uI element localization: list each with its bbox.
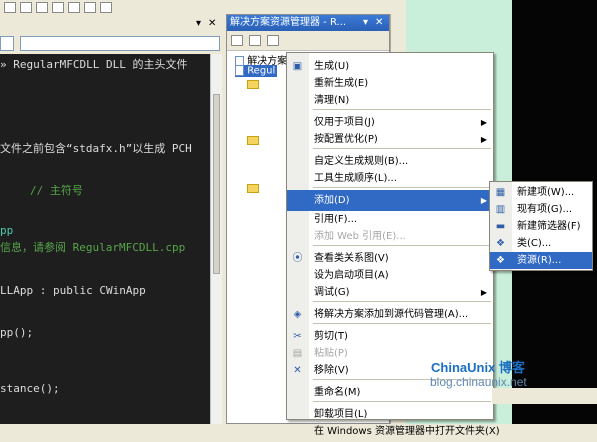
toolbar-button[interactable] bbox=[20, 2, 32, 13]
menu-item-12[interactable]: 调试(G) ▶ bbox=[287, 282, 493, 303]
system-tray bbox=[492, 388, 597, 404]
menu-item-label: 添加 Web 引用(E)... bbox=[314, 231, 406, 242]
solution-explorer-title: 解决方案资源管理器 - R... ▾ ✕ bbox=[227, 15, 389, 31]
code-editor[interactable]: » RegularMFCDLL DLL 的主头文件 文件之前包含“stdafx.… bbox=[0, 54, 210, 424]
show-all-files-button[interactable] bbox=[249, 35, 261, 46]
submenu-item-label: 现有项(G)... bbox=[517, 204, 573, 215]
tree-item-project[interactable]: Regul bbox=[235, 65, 278, 77]
scissors-icon: ✂ bbox=[293, 331, 302, 342]
submenu-arrow-icon: ▶ bbox=[480, 196, 487, 205]
code-comment: // 主符号 bbox=[30, 184, 83, 197]
folder-icon bbox=[247, 183, 259, 193]
refresh-button[interactable] bbox=[267, 35, 279, 46]
add-submenu: ▦ 新建项(W)... ▥ 现有项(G)... ▬ 新建筛选器(F) ❖ 类(C)... ❖ 资源… bbox=[489, 181, 593, 271]
menu-item-2[interactable]: 清理(N) bbox=[287, 90, 493, 111]
existing-item-icon: ▥ bbox=[495, 204, 506, 215]
menu-item-label: 将解决方案添加到源代码管理(A)... bbox=[314, 309, 469, 320]
panel-pin-icon[interactable]: ▾ bbox=[363, 15, 368, 31]
submenu-item-3[interactable]: ❖ 类(C)... bbox=[490, 235, 592, 252]
toolbar-button[interactable] bbox=[100, 2, 112, 13]
project-icon bbox=[235, 65, 244, 76]
menu-separator bbox=[313, 323, 491, 324]
properties-button[interactable] bbox=[231, 35, 243, 46]
scope-dropdown[interactable] bbox=[0, 36, 14, 51]
editor-navigation-bar bbox=[0, 34, 222, 54]
folder-icon bbox=[247, 135, 259, 145]
submenu-arrow-icon: ▶ bbox=[480, 135, 487, 144]
menu-separator bbox=[313, 401, 491, 402]
code-line: LLApp : public CWinApp bbox=[0, 284, 146, 297]
submenu-arrow-icon: ▶ bbox=[480, 288, 487, 297]
solution-explorer-toolbar bbox=[227, 31, 389, 51]
menu-item-6[interactable]: 工具生成顺序(L)... bbox=[287, 168, 493, 189]
menu-item-label: 在 Windows 资源管理器中打开文件夹(X) bbox=[314, 426, 500, 437]
menu-item-label: 清理(N) bbox=[314, 95, 350, 106]
editor-pin-icon[interactable]: ▾ bbox=[196, 18, 201, 29]
submenu-item-label: 类(C)... bbox=[517, 238, 552, 249]
submenu-item-1[interactable]: ▥ 现有项(G)... bbox=[490, 201, 592, 218]
menu-item-9[interactable]: 添加 Web 引用(E)... bbox=[287, 226, 493, 247]
menu-item-label: 调试(G) bbox=[314, 287, 350, 298]
editor-tab-bar: ▾ ✕ bbox=[0, 16, 222, 34]
new-filter-icon: ▬ bbox=[495, 221, 506, 232]
paste-icon: ▤ bbox=[292, 348, 303, 359]
tree-folder[interactable] bbox=[247, 79, 259, 90]
menu-separator bbox=[313, 245, 491, 246]
new-item-icon: ▦ bbox=[495, 187, 506, 198]
submenu-item-label: 新建筛选器(F) bbox=[517, 221, 581, 232]
submenu-item-2[interactable]: ▬ 新建筛选器(F) bbox=[490, 218, 592, 235]
code-comment: 信息，请参阅 RegularMFCDLL.cpp bbox=[0, 241, 186, 254]
watermark-url: blog.chinaunix.net bbox=[430, 375, 527, 389]
toolbar-button[interactable] bbox=[36, 2, 48, 13]
submenu-item-0[interactable]: ▦ 新建项(W)... bbox=[490, 184, 592, 201]
menu-separator bbox=[313, 148, 491, 149]
code-line: » RegularMFCDLL DLL 的主头文件 bbox=[0, 58, 188, 71]
menu-item-4[interactable]: 按配置优化(P) ▶ bbox=[287, 129, 493, 150]
menu-separator bbox=[313, 301, 491, 302]
panel-close-icon[interactable]: ✕ bbox=[375, 15, 383, 31]
member-dropdown[interactable] bbox=[20, 36, 220, 51]
menu-item-label: 添加(D) bbox=[314, 195, 350, 206]
resource-icon: ❖ bbox=[496, 255, 505, 266]
menu-item-7[interactable]: 添加(D) ▶ bbox=[287, 190, 493, 211]
code-line: 文件之前包含“stdafx.h”以生成 PCH bbox=[0, 142, 192, 155]
editor-toolbar bbox=[0, 0, 222, 17]
submenu-item-4[interactable]: ❖ 资源(R)... bbox=[490, 252, 592, 269]
menu-item-label: 工具生成顺序(L)... bbox=[314, 173, 397, 184]
toolbar-button[interactable] bbox=[84, 2, 96, 13]
class-icon: ❖ bbox=[496, 238, 505, 249]
class-diagram-icon: ⦿ bbox=[292, 253, 303, 264]
menu-item-13[interactable]: ◈ 将解决方案添加到源代码管理(A)... bbox=[287, 304, 493, 325]
scrollbar-thumb[interactable] bbox=[213, 94, 220, 274]
watermark-logo: ChinaUnix 博客 bbox=[431, 360, 525, 375]
source-control-icon: ◈ bbox=[293, 309, 302, 320]
toolbar-button[interactable] bbox=[68, 2, 80, 13]
editor-scrollbar[interactable] bbox=[210, 54, 222, 424]
menu-item-label: 移除(V) bbox=[314, 365, 349, 376]
code-line: pp(); bbox=[0, 326, 34, 339]
submenu-item-label: 资源(R)... bbox=[517, 255, 562, 266]
tree-folder[interactable] bbox=[247, 183, 259, 194]
menu-separator bbox=[313, 109, 491, 110]
folder-icon bbox=[247, 79, 259, 89]
submenu-item-label: 新建项(W)... bbox=[517, 187, 575, 198]
code-line: stance(); bbox=[0, 382, 60, 395]
menu-separator bbox=[313, 187, 491, 188]
toolbar-button[interactable] bbox=[52, 2, 64, 13]
menu-item-19[interactable]: 在 Windows 资源管理器中打开文件夹(X) bbox=[287, 421, 500, 442]
tree-folder[interactable] bbox=[247, 135, 259, 146]
code-line: pp bbox=[0, 224, 14, 237]
editor-close-icon[interactable]: ✕ bbox=[208, 18, 216, 29]
menu-item-label: 重命名(M) bbox=[314, 387, 361, 398]
remove-icon: ✕ bbox=[293, 365, 302, 376]
menu-item-label: 按配置优化(P) bbox=[314, 134, 378, 145]
toolbar-button[interactable] bbox=[4, 2, 16, 13]
build-icon: ▣ bbox=[292, 61, 303, 72]
